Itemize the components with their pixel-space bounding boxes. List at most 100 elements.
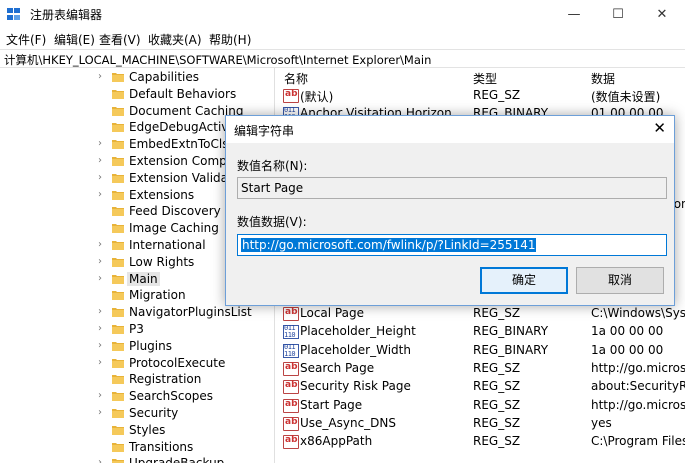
value-type: REG_SZ [473, 88, 521, 102]
tree-item[interactable]: › SearchScopes [0, 388, 272, 405]
tree-item[interactable]: Default Behaviors [0, 86, 272, 103]
folder-icon [112, 442, 124, 452]
chevron-right-icon[interactable]: › [98, 155, 108, 167]
value-name-label: 数值名称(N): [237, 159, 308, 173]
chevron-right-icon[interactable]: › [98, 407, 108, 419]
tree-item[interactable]: › P3 [0, 321, 272, 338]
menu-bar: 文件(F) 编辑(E) 查看(V) 收藏夹(A) 帮助(H) [0, 29, 685, 49]
tree-item-label: Image Caching [129, 221, 219, 236]
folder-icon [112, 308, 124, 318]
chevron-right-icon[interactable]: › [98, 306, 108, 318]
registry-editor-icon [7, 8, 20, 20]
value-data-input[interactable]: http://go.microsoft.com/fwlink/p/?LinkId… [237, 234, 667, 256]
tree-item[interactable]: › NavigatorPluginsList [0, 304, 272, 321]
tree-item-label: Extension Validat [129, 170, 233, 185]
list-row[interactable]: ab Start Page REG_SZ http://go.microso [276, 397, 685, 415]
menu-file[interactable]: 文件(F) [6, 31, 46, 48]
tree-item-label: P3 [129, 322, 144, 336]
value-data: yes [591, 415, 612, 430]
value-name: Local Page [300, 306, 364, 320]
tree-item[interactable]: › Capabilities [0, 69, 272, 86]
tree-item-label: Feed Discovery [129, 204, 221, 219]
chevron-right-icon[interactable]: › [98, 138, 108, 150]
folder-icon [112, 358, 124, 368]
value-type: REG_SZ [473, 379, 521, 394]
list-row[interactable]: 011 110 Placeholder_Height REG_BINARY 1a 00 … [276, 323, 685, 341]
value-type: REG_SZ [473, 434, 521, 449]
value-name-text: Start Page [241, 181, 304, 195]
list-row[interactable]: ab x86AppPath REG_SZ C:\Program Files [276, 433, 685, 451]
close-button[interactable]: ✕ [640, 0, 684, 29]
value-data: (数值未设置) [591, 90, 661, 104]
chevron-right-icon[interactable]: › [98, 273, 108, 285]
value-type: REG_SZ [473, 360, 521, 375]
menu-edit[interactable]: 编辑(E) [54, 31, 95, 48]
tree-item-label: Extensions [129, 187, 195, 202]
address-path[interactable]: 计算机\HKEY_LOCAL_MACHINE\SOFTWARE\Microsof… [4, 52, 431, 68]
tree-item[interactable]: Styles [0, 422, 272, 439]
value-data: about:SecurityRis [591, 379, 685, 394]
dialog-title: 编辑字符串 [234, 124, 295, 138]
column-header-name[interactable]: 名称 [284, 70, 308, 87]
tree-item[interactable]: Registration [0, 371, 272, 388]
value-data-label: 数值数据(V): [237, 215, 307, 229]
value-data-text[interactable]: http://go.microsoft.com/fwlink/p/?LinkId… [241, 238, 537, 252]
value-name-field: Start Page [237, 177, 667, 199]
folder-icon [112, 140, 124, 150]
address-bar[interactable]: 计算机\HKEY_LOCAL_MACHINE\SOFTWARE\Microsof… [0, 49, 685, 68]
tree-item[interactable]: Transitions [0, 439, 272, 456]
chevron-right-icon[interactable]: › [98, 323, 108, 335]
folder-icon [112, 459, 124, 463]
chevron-right-icon[interactable]: › [98, 340, 108, 352]
chevron-right-icon[interactable]: › [98, 457, 108, 463]
value-data: http://go.microso [591, 397, 685, 412]
folder-icon [112, 106, 124, 116]
list-row[interactable]: ab Security Risk Page REG_SZ about:Security… [276, 378, 685, 396]
folder-icon [112, 291, 124, 301]
list-row[interactable]: ab Search Page REG_SZ http://go.microso [276, 360, 685, 378]
folder-icon [112, 190, 124, 200]
ok-button[interactable]: 确定 [480, 267, 568, 294]
chevron-right-icon[interactable]: › [98, 239, 108, 251]
chevron-right-icon[interactable]: › [98, 189, 108, 201]
menu-favorites[interactable]: 收藏夹(A) [148, 31, 202, 48]
window-title: 注册表编辑器 [30, 8, 103, 22]
folder-icon [112, 375, 124, 385]
value-type: REG_SZ [473, 306, 521, 320]
chevron-right-icon[interactable]: › [98, 172, 108, 184]
list-row[interactable]: ab (默认) REG_SZ (数值未设置) [276, 87, 685, 105]
menu-help[interactable]: 帮助(H) [209, 31, 251, 48]
chevron-right-icon[interactable]: › [98, 390, 108, 402]
menu-view[interactable]: 查看(V) [99, 31, 141, 48]
edit-string-dialog: 编辑字符串 ✕ 数值名称(N): Start Page 数值数据(V): htt… [225, 115, 675, 306]
minimize-button[interactable]: — [552, 0, 596, 29]
cancel-button[interactable]: 取消 [576, 267, 664, 294]
value-data: 1a 00 00 00 [591, 342, 664, 357]
folder-icon [112, 241, 124, 250]
tree-item[interactable]: › ProtocolExecute [0, 355, 272, 372]
column-header-type[interactable]: 类型 [473, 70, 497, 87]
string-value-icon: ab [283, 89, 299, 103]
folder-icon [112, 89, 124, 99]
list-row[interactable]: 011 110 Placeholder_Width REG_BINARY 1a 00 0… [276, 342, 685, 360]
dialog-title-bar: 编辑字符串 ✕ [226, 116, 674, 143]
value-name: Search Page [300, 360, 375, 375]
string-value-icon: ab [283, 435, 299, 450]
column-header-data[interactable]: 数据 [591, 70, 615, 87]
value-type: REG_BINARY [473, 324, 549, 339]
string-value-icon: ab [283, 307, 299, 321]
tree-item-label: ProtocolExecute [129, 355, 226, 370]
tree-item[interactable]: › Plugins [0, 338, 272, 355]
maximize-button[interactable]: ☐ [596, 0, 640, 29]
chevron-right-icon[interactable]: › [98, 357, 108, 369]
tree-item[interactable]: › Security [0, 405, 272, 422]
dialog-close-icon[interactable]: ✕ [653, 119, 666, 137]
tree-item[interactable]: › UpgradeBackup [0, 455, 272, 463]
list-row[interactable]: ab Local Page REG_SZ C:\Windows\Syst [276, 305, 685, 323]
tree-item-label: Default Behaviors [129, 86, 237, 101]
value-name: Placeholder_Width [300, 342, 411, 357]
chevron-right-icon[interactable]: › [98, 71, 108, 83]
list-row[interactable]: ab Use_Async_DNS REG_SZ yes [276, 415, 685, 433]
tree-item-label: Styles [129, 422, 166, 437]
chevron-right-icon[interactable]: › [98, 256, 108, 268]
